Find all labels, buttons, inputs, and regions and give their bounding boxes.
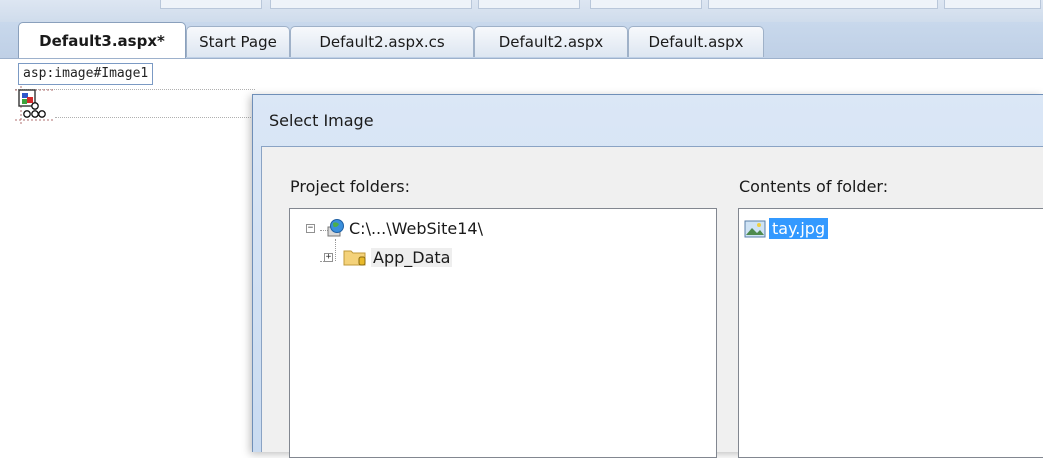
tab-label: Default2.aspx	[498, 33, 604, 51]
file-item-label: tay.jpg	[769, 218, 829, 239]
tab-label: Default3.aspx*	[39, 31, 165, 50]
toolbar-segment	[478, 0, 580, 9]
tab-label: Start Page	[199, 33, 277, 51]
image-file-icon	[744, 219, 766, 239]
data-folder-icon	[343, 247, 367, 267]
toolbar-segment	[708, 0, 938, 9]
document-tab-strip: Default3.aspx* Start Page Default2.aspx.…	[0, 22, 1043, 59]
project-folders-tree[interactable]: − C:\...\WebSite14\ + App_Data	[289, 208, 717, 458]
dialog-body: Project folders: Contents of folder: − C…	[261, 146, 1043, 458]
dialog-title: Select Image	[269, 111, 374, 130]
file-item-tay-jpg[interactable]: tay.jpg	[744, 218, 829, 239]
tab-default2-aspx-cs[interactable]: Default2.aspx.cs	[290, 26, 474, 57]
tree-node-label: App_Data	[371, 247, 453, 267]
expand-icon[interactable]: +	[324, 252, 333, 262]
tab-label: Default2.aspx.cs	[319, 33, 445, 51]
toolbar-segment	[160, 0, 262, 9]
tab-start-page[interactable]: Start Page	[186, 26, 290, 57]
element-tag-label: asp:image#Image1	[18, 63, 154, 85]
contents-of-folder-label: Contents of folder:	[739, 177, 889, 196]
project-folders-label: Project folders:	[290, 177, 410, 196]
toolbar-strip	[0, 0, 1043, 22]
toolbar-segment	[270, 0, 472, 9]
toolbar-segment	[590, 0, 702, 9]
collapse-icon[interactable]: −	[306, 223, 315, 233]
tab-default-aspx[interactable]: Default.aspx	[628, 26, 764, 57]
tree-node-app-data[interactable]: + App_Data	[324, 247, 453, 267]
folder-contents-list[interactable]: tay.jpg	[738, 208, 1043, 458]
select-image-dialog: Select Image Project folders: Contents o…	[252, 94, 1043, 458]
tree-node-website14[interactable]: − C:\...\WebSite14\	[306, 218, 483, 238]
toolbar-segment	[944, 0, 1041, 9]
website-globe-icon	[325, 218, 345, 238]
element-boundary	[55, 117, 255, 118]
image-control-icon[interactable]	[15, 86, 55, 126]
tab-default2-aspx[interactable]: Default2.aspx	[474, 26, 628, 57]
tab-label: Default.aspx	[648, 33, 744, 51]
tab-default3-aspx[interactable]: Default3.aspx*	[18, 22, 186, 58]
tree-node-label: C:\...\WebSite14\	[349, 218, 483, 238]
